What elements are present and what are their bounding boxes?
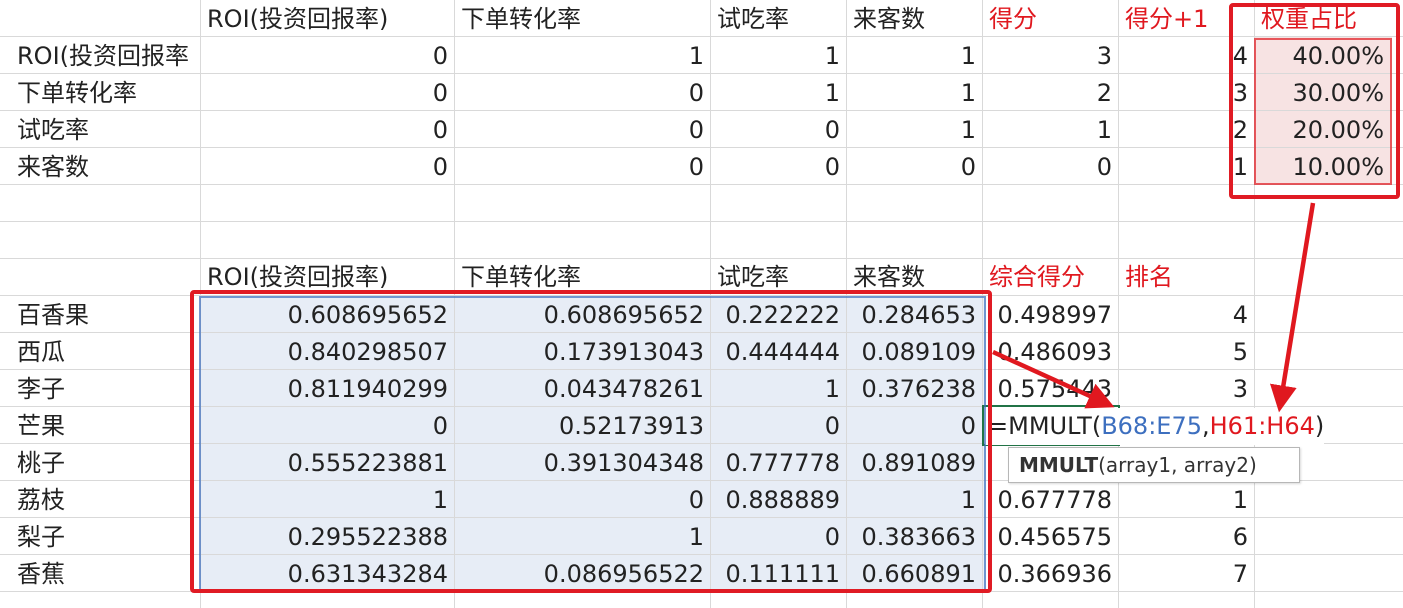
arrow-matrix-to-formula: [992, 349, 1115, 409]
arrow-weights-to-formula: [1269, 202, 1316, 413]
spreadsheet-grid[interactable]: ROI(投资回报率) 下单转化率 试吃率 来客数 得分 得分+1 权重占比 RO…: [0, 0, 1403, 608]
annotation-arrows: [992, 202, 1316, 413]
